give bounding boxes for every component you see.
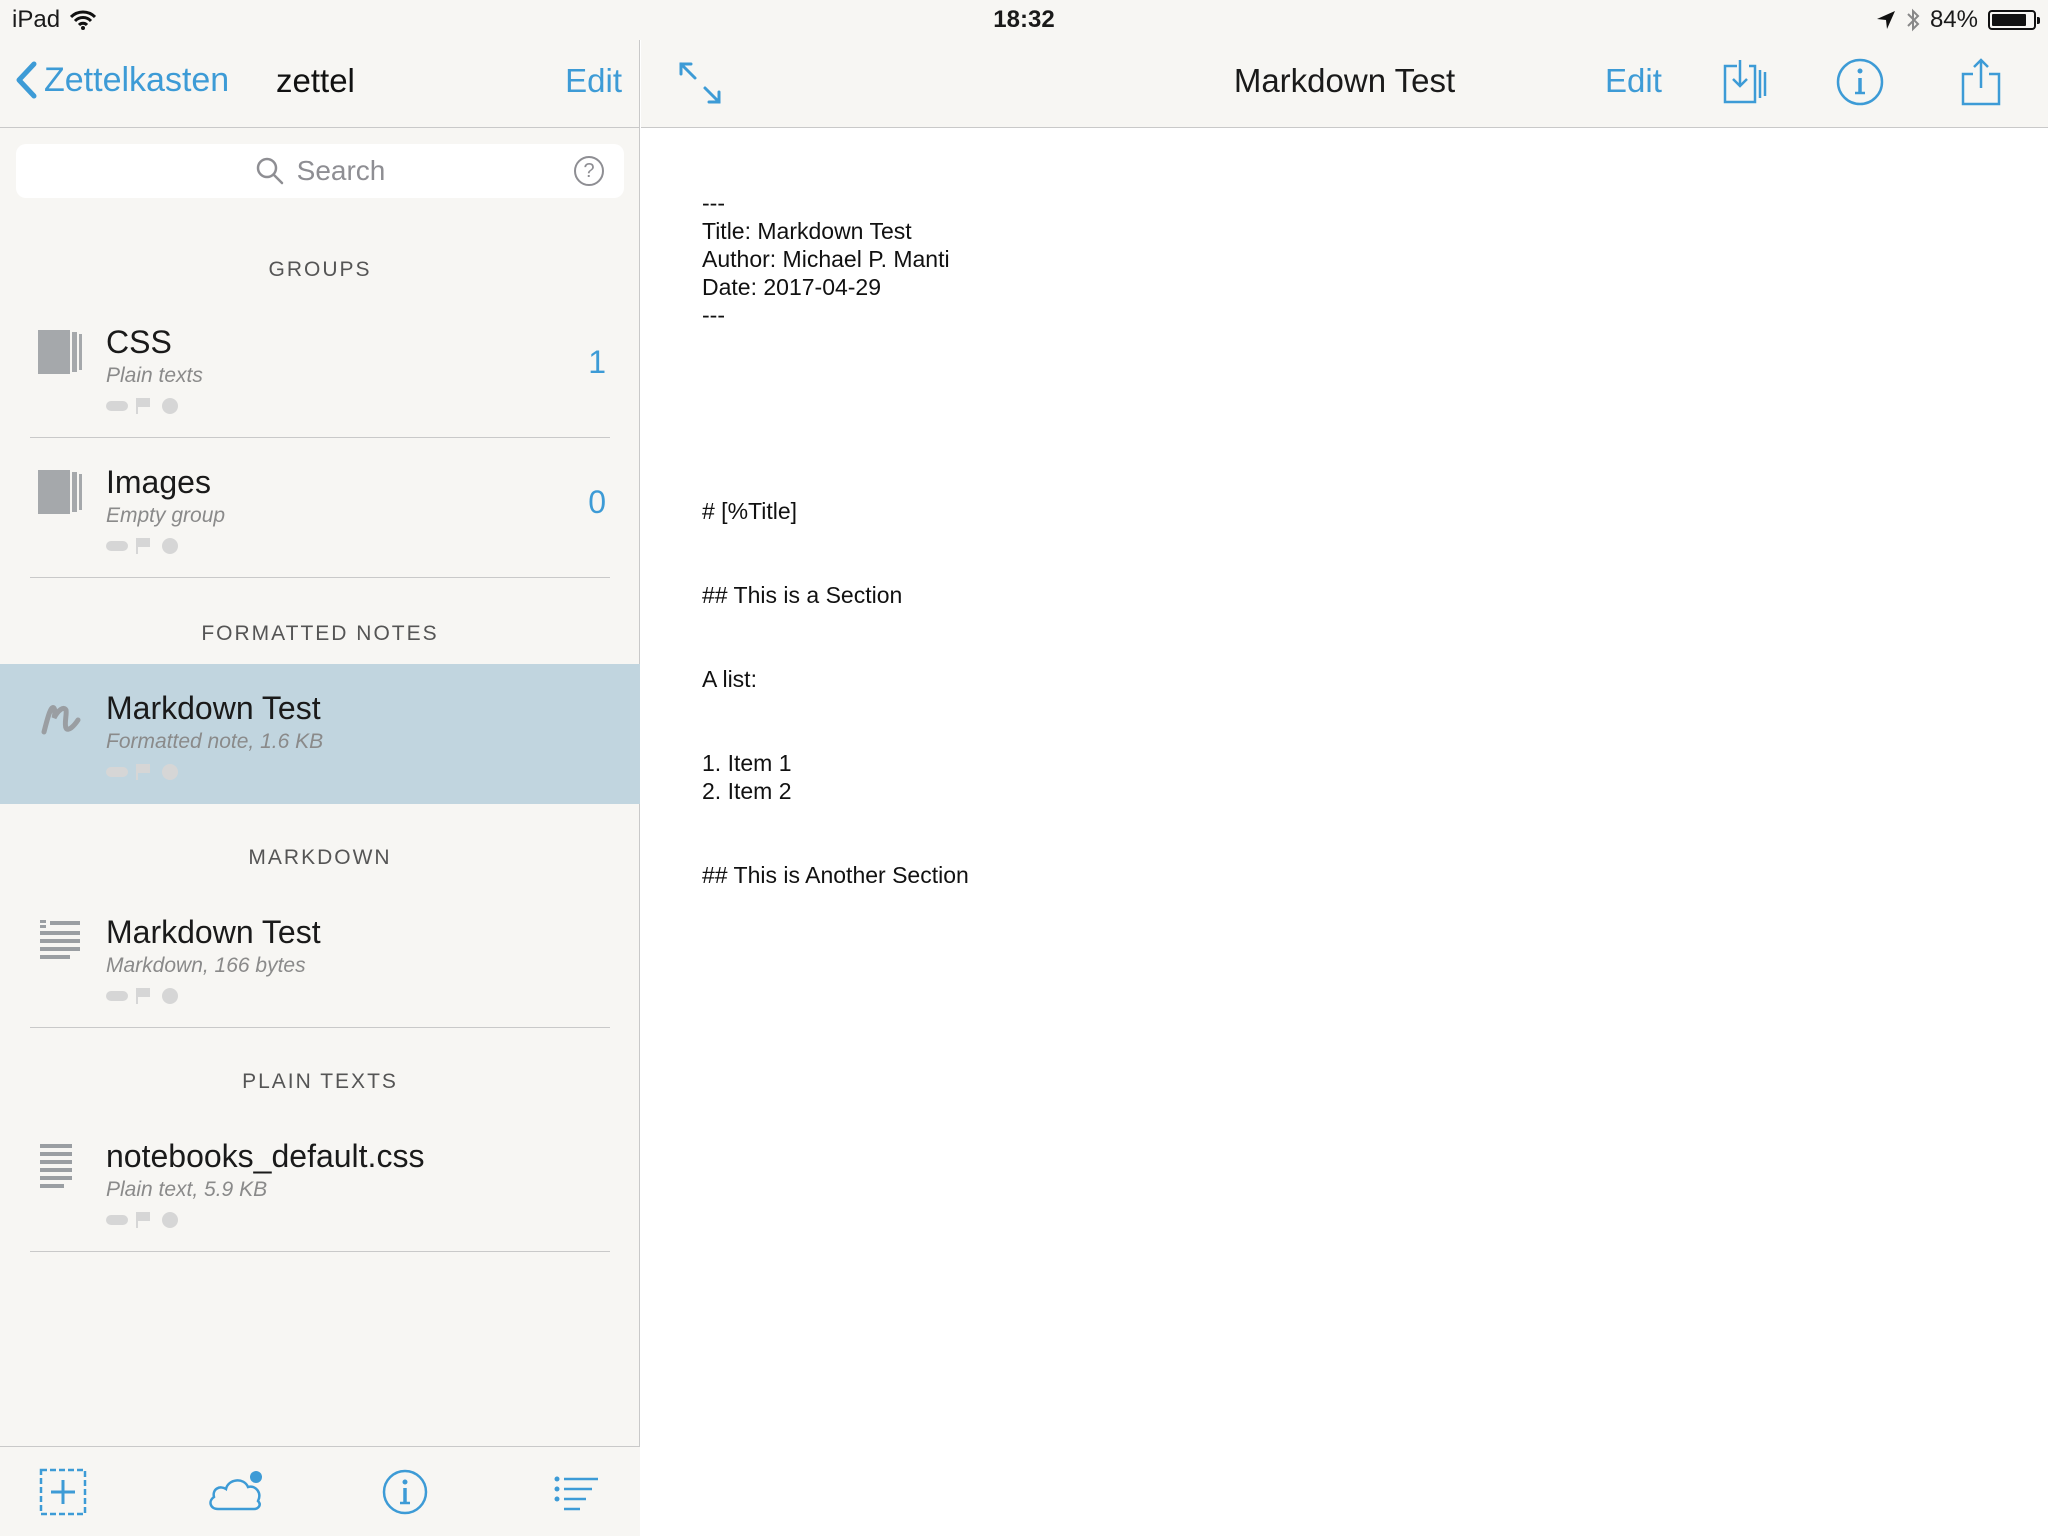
- item-title: CSS: [106, 324, 172, 360]
- list-item-markdown[interactable]: Markdown Test Markdown, 166 bytes: [0, 888, 640, 1028]
- color-dot-icon: [162, 988, 178, 1004]
- search-placeholder: Search: [296, 155, 386, 186]
- status-time: 18:32: [993, 6, 1055, 33]
- item-count: 0: [588, 484, 606, 520]
- divider: [30, 1251, 610, 1252]
- tag-pill-icon: [106, 541, 128, 551]
- group-folder-icon: [38, 470, 82, 514]
- color-dot-icon: [162, 398, 178, 414]
- sidebar-toolbar: [0, 1446, 640, 1536]
- location-arrow-icon: [1876, 11, 1895, 29]
- list-item-plain-text[interactable]: notebooks_default.css Plain text, 5.9 KB: [0, 1112, 640, 1252]
- flag-icon: [136, 764, 150, 780]
- tag-pill-icon: [106, 401, 128, 411]
- sidebar-edit-button[interactable]: Edit: [565, 62, 622, 100]
- doc-line: ---: [702, 302, 725, 328]
- search-help-icon[interactable]: ?: [574, 156, 604, 186]
- doc-line: A list:: [702, 666, 757, 692]
- battery-icon: [1988, 10, 2040, 30]
- sidebar: Zettelkasten zettel Edit Search ? GROUPS…: [0, 0, 640, 1536]
- item-tags: [106, 538, 178, 554]
- doc-line: Date: 2017-04-29: [702, 274, 882, 300]
- chevron-left-icon: [16, 61, 37, 99]
- item-subtitle: Plain texts: [106, 364, 203, 387]
- formatted-note-icon: [41, 705, 81, 735]
- item-subtitle: Markdown, 166 bytes: [106, 954, 306, 977]
- flag-icon: [136, 398, 150, 414]
- item-title: Markdown Test: [106, 914, 321, 950]
- add-icon[interactable]: [38, 1467, 88, 1517]
- item-title: Images: [106, 464, 211, 500]
- info-icon[interactable]: [380, 1467, 430, 1517]
- section-header-markdown: MARKDOWN: [248, 846, 392, 869]
- battery-percent: 84%: [1929, 6, 1978, 33]
- battery-level: [1992, 14, 2026, 26]
- item-tags: [106, 988, 178, 1004]
- tag-pill-icon: [106, 1215, 128, 1225]
- status-bar: iPad 18:32 84%: [0, 0, 2048, 40]
- item-subtitle: Formatted note, 1.6 KB: [106, 730, 324, 753]
- bluetooth-icon: [1907, 8, 1920, 32]
- color-dot-icon: [162, 538, 178, 554]
- doc-line: ---: [702, 190, 725, 216]
- doc-line: 1. Item 1: [702, 750, 792, 776]
- item-title: notebooks_default.css: [106, 1138, 425, 1174]
- divider: [30, 1027, 610, 1028]
- doc-line: 2. Item 2: [702, 778, 792, 804]
- sidebar-title: zettel: [276, 62, 355, 99]
- doc-line: ## This is Another Section: [702, 862, 969, 888]
- section-header-formatted-notes: FORMATTED NOTES: [201, 622, 439, 645]
- doc-line: Author: Michael P. Manti: [702, 246, 950, 272]
- flag-icon: [136, 988, 150, 1004]
- search-field[interactable]: Search ?: [16, 144, 624, 198]
- move-to-icon[interactable]: [1719, 56, 1771, 108]
- item-count: 1: [588, 344, 606, 380]
- document-edit-button[interactable]: Edit: [1605, 62, 1662, 100]
- list-item-group-css[interactable]: CSS Plain texts 1: [0, 298, 640, 438]
- cloud-sync-icon[interactable]: [206, 1467, 268, 1517]
- back-button-label: Zettelkasten: [44, 60, 230, 99]
- item-tags: [106, 1212, 178, 1228]
- section-header-plain-texts: PLAIN TEXTS: [242, 1070, 398, 1093]
- item-title: Markdown Test: [106, 690, 321, 726]
- main-navbar: Markdown Test Edit: [641, 40, 2048, 128]
- markdown-file-icon: [40, 920, 80, 959]
- list-item-formatted-note[interactable]: Markdown Test Formatted note, 1.6 KB: [0, 664, 640, 804]
- group-folder-icon: [38, 330, 82, 374]
- color-dot-icon: [162, 1212, 178, 1228]
- doc-line: Title: Markdown Test: [702, 218, 912, 244]
- back-button[interactable]: Zettelkasten: [14, 60, 229, 100]
- color-dot-icon: [162, 764, 178, 780]
- plain-text-file-icon: [40, 1144, 72, 1188]
- doc-line: # [%Title]: [702, 498, 798, 524]
- tag-pill-icon: [106, 767, 128, 777]
- doc-line: ## This is a Section: [702, 582, 903, 608]
- flag-icon: [136, 538, 150, 554]
- search-icon: [256, 157, 283, 185]
- item-subtitle: Plain text, 5.9 KB: [106, 1178, 268, 1201]
- sidebar-navbar: Zettelkasten zettel Edit: [0, 40, 640, 128]
- flag-icon: [136, 1212, 150, 1228]
- item-subtitle: Empty group: [106, 504, 226, 527]
- list-item-group-images[interactable]: Images Empty group 0: [0, 438, 640, 578]
- section-header-groups: GROUPS: [268, 258, 372, 281]
- list-icon[interactable]: [552, 1467, 602, 1517]
- item-tags: [106, 764, 178, 780]
- tag-pill-icon: [106, 991, 128, 1001]
- item-tags: [106, 398, 178, 414]
- divider: [30, 577, 610, 578]
- info-icon[interactable]: [1834, 56, 1886, 108]
- share-icon[interactable]: [1955, 56, 2007, 108]
